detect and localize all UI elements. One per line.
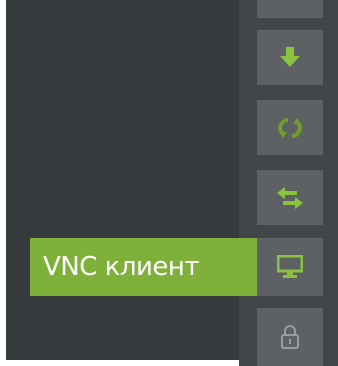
monitor-icon xyxy=(277,255,303,278)
vnc-client-button[interactable] xyxy=(257,238,323,296)
transfer-button[interactable] xyxy=(257,170,323,225)
main-panel xyxy=(6,0,239,360)
tooltip-label: VNC клиент xyxy=(43,252,200,282)
download-button[interactable] xyxy=(257,30,323,85)
lock-button[interactable] xyxy=(257,308,323,366)
app-frame: VNC клиент xyxy=(0,0,338,366)
download-arrow-icon xyxy=(280,46,300,67)
vnc-client-tooltip: VNC клиент xyxy=(30,238,257,296)
toolbar-button-top[interactable] xyxy=(257,0,323,18)
swap-arrows-icon xyxy=(277,186,303,209)
lock-icon xyxy=(281,325,299,349)
sync-button[interactable] xyxy=(257,100,323,155)
refresh-icon xyxy=(278,117,302,138)
